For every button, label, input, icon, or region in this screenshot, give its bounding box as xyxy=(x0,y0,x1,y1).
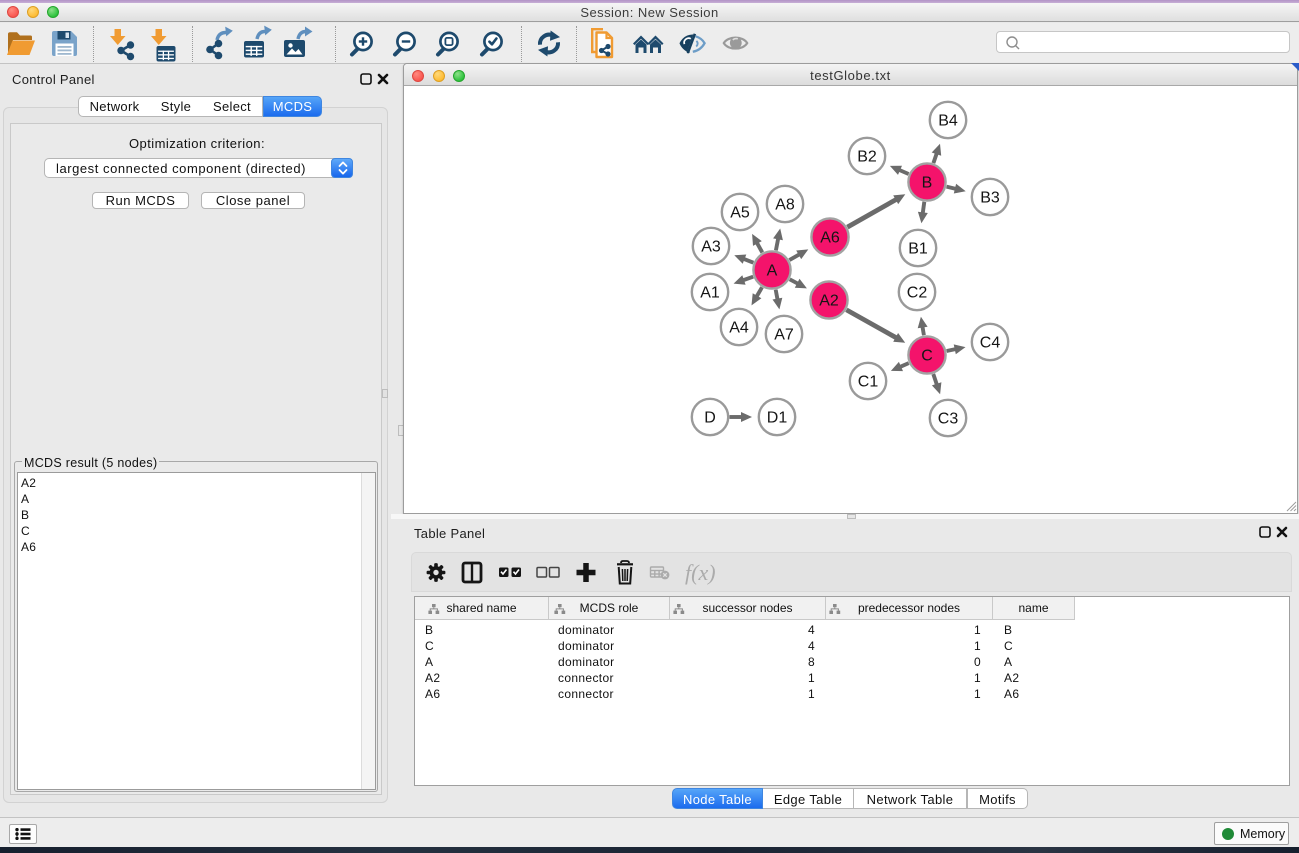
svg-text:A2: A2 xyxy=(819,293,839,310)
svg-text:B3: B3 xyxy=(980,190,1000,207)
svg-text:C3: C3 xyxy=(938,411,959,428)
svg-text:A4: A4 xyxy=(729,320,749,337)
svg-text:B: B xyxy=(922,175,933,192)
svg-text:A3: A3 xyxy=(701,239,721,256)
svg-text:D1: D1 xyxy=(767,410,788,427)
svg-text:C1: C1 xyxy=(858,374,879,391)
svg-text:C: C xyxy=(921,348,933,365)
svg-text:D: D xyxy=(704,410,716,427)
svg-text:f(x): f(x) xyxy=(685,560,716,585)
svg-text:A5: A5 xyxy=(730,205,750,222)
svg-text:B1: B1 xyxy=(908,241,928,258)
svg-text:B2: B2 xyxy=(857,149,877,166)
svg-text:B4: B4 xyxy=(938,113,958,130)
svg-text:C2: C2 xyxy=(907,285,928,302)
svg-text:A: A xyxy=(767,263,778,280)
svg-text:C4: C4 xyxy=(980,335,1001,352)
svg-text:A6: A6 xyxy=(820,230,840,247)
svg-text:A7: A7 xyxy=(774,327,794,344)
svg-text:A8: A8 xyxy=(775,197,795,214)
svg-text:A1: A1 xyxy=(700,285,720,302)
